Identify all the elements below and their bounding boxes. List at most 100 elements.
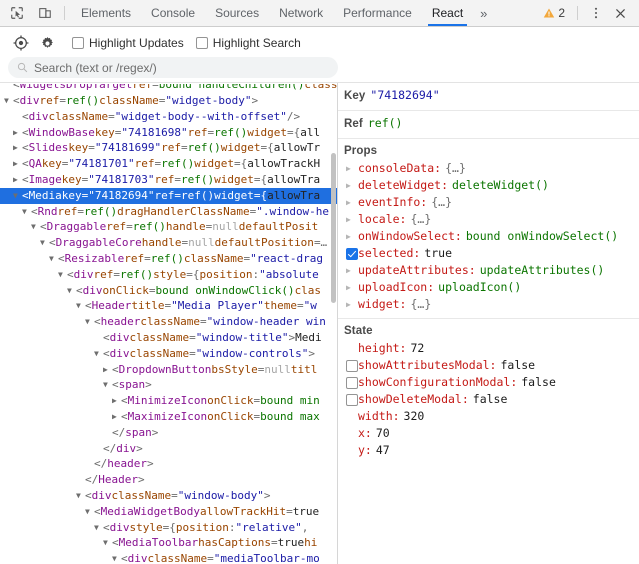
chevron-right-icon[interactable]: ▶ (13, 140, 22, 156)
tree-row[interactable]: ▼ < Header title = "Media Player" theme = "w (0, 298, 337, 314)
chevron-down-icon[interactable]: ▼ (85, 504, 94, 520)
chevron-down-icon[interactable]: ▼ (76, 488, 85, 504)
chevron-right-icon[interactable]: ▶ (112, 393, 121, 409)
tree-row[interactable]: ▶</div> (0, 441, 337, 457)
value-checkbox[interactable] (346, 376, 358, 389)
tree-row[interactable]: ▶</header> (0, 456, 337, 472)
chevron-down-icon[interactable]: ▼ (4, 93, 13, 109)
tree-row[interactable]: ▼ < div style ={position: "relative", (0, 520, 337, 536)
state-value[interactable]: 47 (376, 442, 390, 459)
inspect-element-icon[interactable] (6, 3, 28, 23)
chevron-right-icon[interactable]: ▶ (346, 296, 358, 313)
tree-row[interactable]: ▶ < DropdownButton bsStyle = null titl (0, 362, 337, 378)
target-icon[interactable] (8, 32, 34, 54)
state-value[interactable]: false (521, 374, 556, 391)
chevron-right-icon[interactable]: ▶ (346, 262, 358, 279)
state-value[interactable]: false (473, 391, 508, 408)
state-row[interactable]: x: 70 (344, 425, 633, 442)
checkbox-box[interactable] (195, 37, 208, 49)
chevron-down-icon[interactable]: ▼ (94, 346, 103, 362)
device-toolbar-icon[interactable] (34, 3, 56, 23)
tree-scrollbar-thumb[interactable] (331, 153, 336, 303)
prop-value[interactable]: deleteWidget() (452, 177, 549, 194)
tab-console[interactable]: Console (141, 0, 205, 26)
state-value[interactable]: 320 (404, 408, 425, 425)
tree-row[interactable]: ▶ < MaximizeIcon onClick = bound max (0, 409, 337, 425)
chevron-down-icon[interactable]: ▼ (31, 219, 40, 235)
prop-value[interactable]: uploadIcon() (438, 279, 521, 296)
state-row[interactable]: width: 320 (344, 408, 633, 425)
component-tree[interactable]: ▶<WidgetsDropTarget ref=bound handleChil… (0, 83, 337, 564)
value-checkbox[interactable] (346, 247, 358, 260)
chevron-right-icon[interactable]: ▶ (13, 125, 22, 141)
tree-row[interactable]: ▶</Header> (0, 472, 337, 488)
chevron-down-icon[interactable]: ▼ (67, 283, 76, 299)
tree-row[interactable]: ▼ < Rnd ref = ref() dragHandlerClassName = ".w… (0, 204, 337, 220)
more-tabs-button[interactable]: » (473, 0, 494, 26)
chevron-right-icon[interactable]: ▶ (346, 177, 358, 194)
tab-network[interactable]: Network (269, 0, 333, 26)
prop-row[interactable]: ▶ eventInfo: {…} (344, 194, 633, 211)
prop-value[interactable]: {…} (445, 160, 466, 177)
tab-react[interactable]: React (422, 0, 473, 26)
tree-row[interactable]: ▼ < div className = "mediaToolbar-mo (0, 551, 337, 564)
tree-row[interactable]: ▼ < div className = "window-body" > (0, 488, 337, 504)
chevron-right-icon[interactable]: ▶ (346, 211, 358, 228)
kebab-menu-icon[interactable] (585, 2, 607, 24)
chevron-down-icon[interactable]: ▼ (85, 314, 94, 330)
prop-row[interactable]: ▶ updateAttributes: updateAttributes() (344, 262, 633, 279)
tab-performance[interactable]: Performance (333, 0, 422, 26)
prop-value[interactable]: {…} (410, 211, 431, 228)
state-row[interactable]: showDeleteModal: false (344, 391, 633, 408)
chevron-down-icon[interactable]: ▼ (112, 551, 121, 564)
chevron-down-icon[interactable]: ▼ (103, 377, 112, 393)
prop-value[interactable]: {…} (410, 296, 431, 313)
prop-value[interactable]: true (424, 245, 452, 262)
tree-row[interactable]: ▼ < div ref = ref() className = "widget-body" > (0, 93, 337, 109)
tab-sources[interactable]: Sources (205, 0, 269, 26)
prop-row[interactable]: ▶ widget: {…} (344, 296, 633, 313)
state-value[interactable]: false (500, 357, 535, 374)
tree-row[interactable]: ▼ < Resizable ref = ref() className = "react-d… (0, 251, 337, 267)
tree-row[interactable]: ▼ < div onClick = bound onWindowClick() clas (0, 283, 337, 299)
tree-row[interactable]: ▶<div className="widget-body--with-offse… (0, 109, 337, 125)
chevron-down-icon[interactable]: ▼ (40, 235, 49, 251)
component-tree-pane[interactable]: ▶<WidgetsDropTarget ref=bound handleChil… (0, 83, 338, 564)
search-input[interactable]: Search (text or /regex/) (8, 57, 338, 78)
close-icon[interactable] (609, 2, 631, 24)
tree-row[interactable]: ▼ < div className = "window-controls" > (0, 346, 337, 362)
prop-row[interactable]: ▶ consoleData: {…} (344, 160, 633, 177)
state-value[interactable]: 70 (376, 425, 390, 442)
prop-row[interactable]: ▶ uploadIcon: uploadIcon() (344, 279, 633, 296)
warning-badge[interactable]: 2 (538, 6, 570, 20)
highlight-search-checkbox[interactable]: Highlight Search (195, 36, 301, 50)
chevron-right-icon[interactable]: ▶ (103, 362, 112, 378)
tab-elements[interactable]: Elements (71, 0, 141, 26)
tree-row[interactable]: ▶</span> (0, 425, 337, 441)
state-row[interactable]: showAttributesModal: false (344, 357, 633, 374)
state-row[interactable]: showConfigurationModal: false (344, 374, 633, 391)
checkbox-box[interactable] (72, 37, 84, 49)
prop-row[interactable]: ▶ locale: {…} (344, 211, 633, 228)
tree-row[interactable]: ▶ < Image key = "74181703" ref = ref() widget =… (0, 172, 337, 188)
chevron-down-icon[interactable]: ▼ (58, 267, 67, 283)
tree-row[interactable]: ▼ < MediaToolbar hasCaptions = true hi (0, 535, 337, 551)
prop-value[interactable]: {…} (431, 194, 452, 211)
prop-row[interactable]: ▶ onWindowSelect: bound onWindowSelect() (344, 228, 633, 245)
prop-value[interactable]: bound onWindowSelect() (466, 228, 618, 245)
value-checkbox[interactable] (346, 393, 358, 406)
chevron-right-icon[interactable]: ▶ (112, 409, 121, 425)
tree-row[interactable]: ▶<div className="window-title">Medi (0, 330, 337, 346)
value-checkbox[interactable] (346, 359, 358, 372)
chevron-right-icon[interactable]: ▶ (346, 228, 358, 245)
prop-row[interactable]: ▶ deleteWidget: deleteWidget() (344, 177, 633, 194)
chevron-down-icon[interactable]: ▼ (94, 520, 103, 536)
chevron-down-icon[interactable]: ▼ (76, 298, 85, 314)
chevron-right-icon[interactable]: ▶ (346, 279, 358, 296)
prop-row[interactable]: selected: true (344, 245, 633, 262)
tree-row[interactable]: ▼ < div ref = ref() style ={position: "absolu… (0, 267, 337, 283)
tree-row[interactable]: ▶ < WindowBase key = "74181698" ref = ref() wi… (0, 125, 337, 141)
tree-row[interactable]: ▶ < QA key = "74181701" ref = ref() widget ={al… (0, 156, 337, 172)
tree-row[interactable]: ▶ < MinimizeIcon onClick = bound min (0, 393, 337, 409)
chevron-down-icon[interactable]: ▼ (13, 188, 22, 204)
